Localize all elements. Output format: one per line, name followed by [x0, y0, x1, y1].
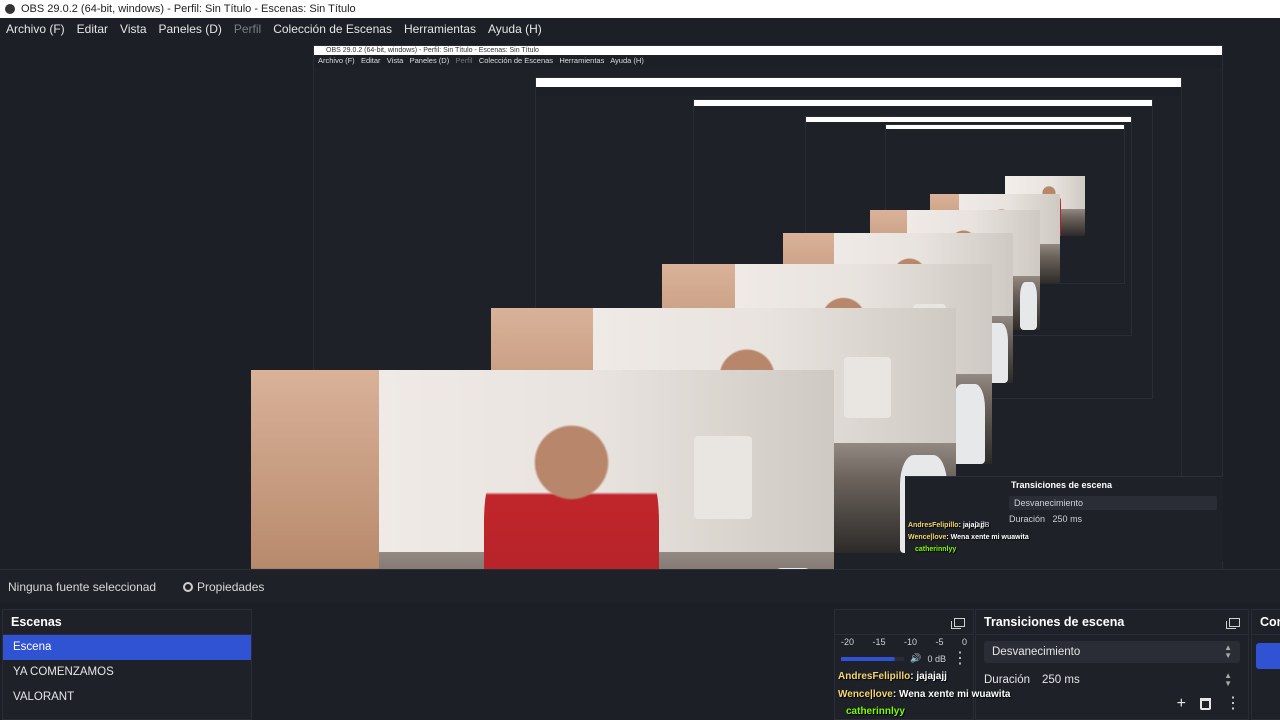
chat-message: : jajajajj [910, 671, 947, 682]
menu-ayuda[interactable]: Ayuda (H) [482, 22, 548, 36]
properties-label: Propiedades [197, 579, 265, 594]
nested-menu-item: Vista [386, 56, 404, 65]
transition-buttons: + ⋮ [1177, 695, 1241, 713]
nested-duration-row: Duración 250 ms [1009, 514, 1223, 524]
nested-chat-username: catherinnlyy [915, 546, 957, 553]
trash-icon[interactable] [1200, 698, 1211, 710]
mixer-channel: 🔊 0 dB ⋮ [835, 650, 973, 666]
duration-spinbox[interactable]: 250 ms ▲ ▼ [1034, 669, 1240, 691]
controls-header: Con [1252, 610, 1280, 635]
transitions-header: Transiciones de escena [976, 610, 1248, 635]
menu-paneles[interactable]: Paneles (D) [153, 22, 228, 36]
transition-select-row: Desvanecimiento ▲ ▼ [976, 639, 1248, 665]
nested-chat-line: Wence|love: Wena xente mi wuawita [908, 534, 1029, 541]
chat-line: AndresFelipillo: jajajajj [838, 671, 947, 682]
mixer-scale-tick: -20 [841, 637, 855, 647]
nested-chat-username: AndresFelipillo [908, 522, 959, 529]
window-title: OBS 29.0.2 (64-bit, windows) - Perfil: S… [21, 3, 356, 15]
mixer-scale-tick: 0 [961, 637, 967, 647]
gear-icon [183, 581, 193, 592]
nested-menu-item: Editar [360, 56, 381, 65]
nested-menu-item: Colección de Escenas [478, 56, 554, 65]
mixer-scale: -20 -15 -10 -5 0 [835, 637, 973, 647]
preview-canvas[interactable]: OBS 29.0.2 (64-bit, windows) - Perfil: S… [0, 39, 1280, 569]
nested-duration-value: 250 ms [1052, 514, 1083, 524]
nested-menu-item: Herramientas [559, 56, 605, 65]
menu-vista[interactable]: Vista [114, 22, 152, 36]
kebab-menu-icon[interactable]: ⋮ [952, 650, 968, 666]
kebab-menu-icon[interactable]: ⋮ [1225, 696, 1241, 712]
nested-transitions-title: Transiciones de escena [1011, 480, 1113, 490]
mixer-scale-tick: -15 [872, 637, 886, 647]
menu-perfil[interactable]: Perfil [228, 22, 267, 36]
duration-value: 250 ms [1042, 674, 1080, 686]
scenes-header: Escenas [3, 610, 251, 635]
mixer-scale-tick: -10 [903, 637, 917, 647]
webcam-capture [251, 370, 834, 569]
obs-logo-icon [5, 4, 15, 14]
duration-row: Duración 250 ms ▲ ▼ [976, 667, 1248, 693]
mixer-db-value: 0 dB [927, 653, 946, 664]
properties-button[interactable]: Propiedades [173, 580, 264, 594]
menu-editar[interactable]: Editar [71, 22, 114, 36]
nested-chat-line: catherinnlyy [915, 546, 956, 553]
nested-menu: Archivo (F) Editar Vista Paneles (D) Per… [314, 55, 1222, 68]
scene-item[interactable]: Escena [3, 635, 251, 660]
float-dock-icon[interactable] [951, 617, 965, 629]
volume-slider[interactable] [841, 656, 905, 661]
menu-bar: Archivo (F) Editar Vista Paneles (D) Per… [0, 18, 1280, 39]
docks-area: Escenas Escena YA COMENZAMOS VALORANT -2… [0, 603, 1280, 720]
chat-line: catherinnlyy [846, 706, 905, 717]
mixer-scale-tick: -5 [935, 637, 944, 647]
mixer-header [835, 610, 973, 635]
chat-username: catherinnlyy [846, 706, 905, 717]
menu-archivo[interactable]: Archivo (F) [0, 22, 71, 36]
menu-coleccion-escenas[interactable]: Colección de Escenas [267, 22, 398, 36]
window-titlebar: OBS 29.0.2 (64-bit, windows) - Perfil: S… [0, 0, 1280, 18]
no-source-label: Ninguna fuente seleccionad [8, 579, 157, 594]
nested-menu-item: Archivo (F) [318, 56, 355, 65]
chat-username: Wence|love [838, 689, 893, 700]
chevron-updown-icon: ▲ ▼ [1224, 643, 1232, 660]
float-dock-icon[interactable] [1226, 617, 1240, 629]
nested-window-title: OBS 29.0.2 (64-bit, windows) - Perfil: S… [314, 46, 1222, 55]
add-icon[interactable]: + [1177, 695, 1186, 713]
spinbox-arrows-icon[interactable]: ▲ ▼ [1224, 672, 1232, 688]
audio-mixer-dock: -20 -15 -10 -5 0 🔊 0 dB ⋮ [834, 609, 974, 720]
nested-menu-item: Paneles (D) [409, 56, 450, 65]
source-toolbar: Ninguna fuente seleccionad Propiedades [0, 569, 1280, 603]
nested-menu-item: Perfil [455, 56, 473, 65]
menu-herramientas[interactable]: Herramientas [398, 22, 482, 36]
transition-select[interactable]: Desvanecimiento ▲ ▼ [984, 641, 1240, 663]
speaker-icon[interactable]: 🔊 [910, 653, 921, 664]
duration-label: Duración [984, 674, 1031, 686]
scenes-dock: Escenas Escena YA COMENZAMOS VALORANT [2, 609, 252, 720]
nested-db-value: 0 dB [975, 522, 990, 529]
controls-title: Con [1260, 615, 1280, 629]
transitions-title: Transiciones de escena [984, 615, 1125, 629]
nested-transition-select: Desvanecimiento [1009, 496, 1217, 510]
scenes-title: Escenas [11, 615, 62, 629]
controls-dock: Con [1251, 609, 1280, 720]
nested-duration-label: Duración [1009, 514, 1046, 524]
chat-username: AndresFelipillo [838, 671, 911, 682]
nested-chat-username: Wence|love [908, 534, 947, 541]
transition-selected-value: Desvanecimiento [992, 646, 1081, 658]
nested-chat-line: AndresFelipillo: jajajajj [908, 522, 984, 529]
transitions-dock: Transiciones de escena Desvanecimiento ▲… [975, 609, 1249, 720]
chat-message: : Wena xente mi wuawita [892, 689, 1011, 700]
scene-item[interactable]: VALORANT [3, 685, 251, 710]
scene-item[interactable]: YA COMENZAMOS [3, 660, 251, 685]
nested-chat-message: : Wena xente mi wuawita [946, 534, 1029, 541]
nested-menu-item: Ayuda (H) [610, 56, 644, 65]
chat-line: Wence|love: Wena xente mi wuawita [838, 689, 1010, 700]
start-streaming-button[interactable] [1256, 643, 1280, 669]
